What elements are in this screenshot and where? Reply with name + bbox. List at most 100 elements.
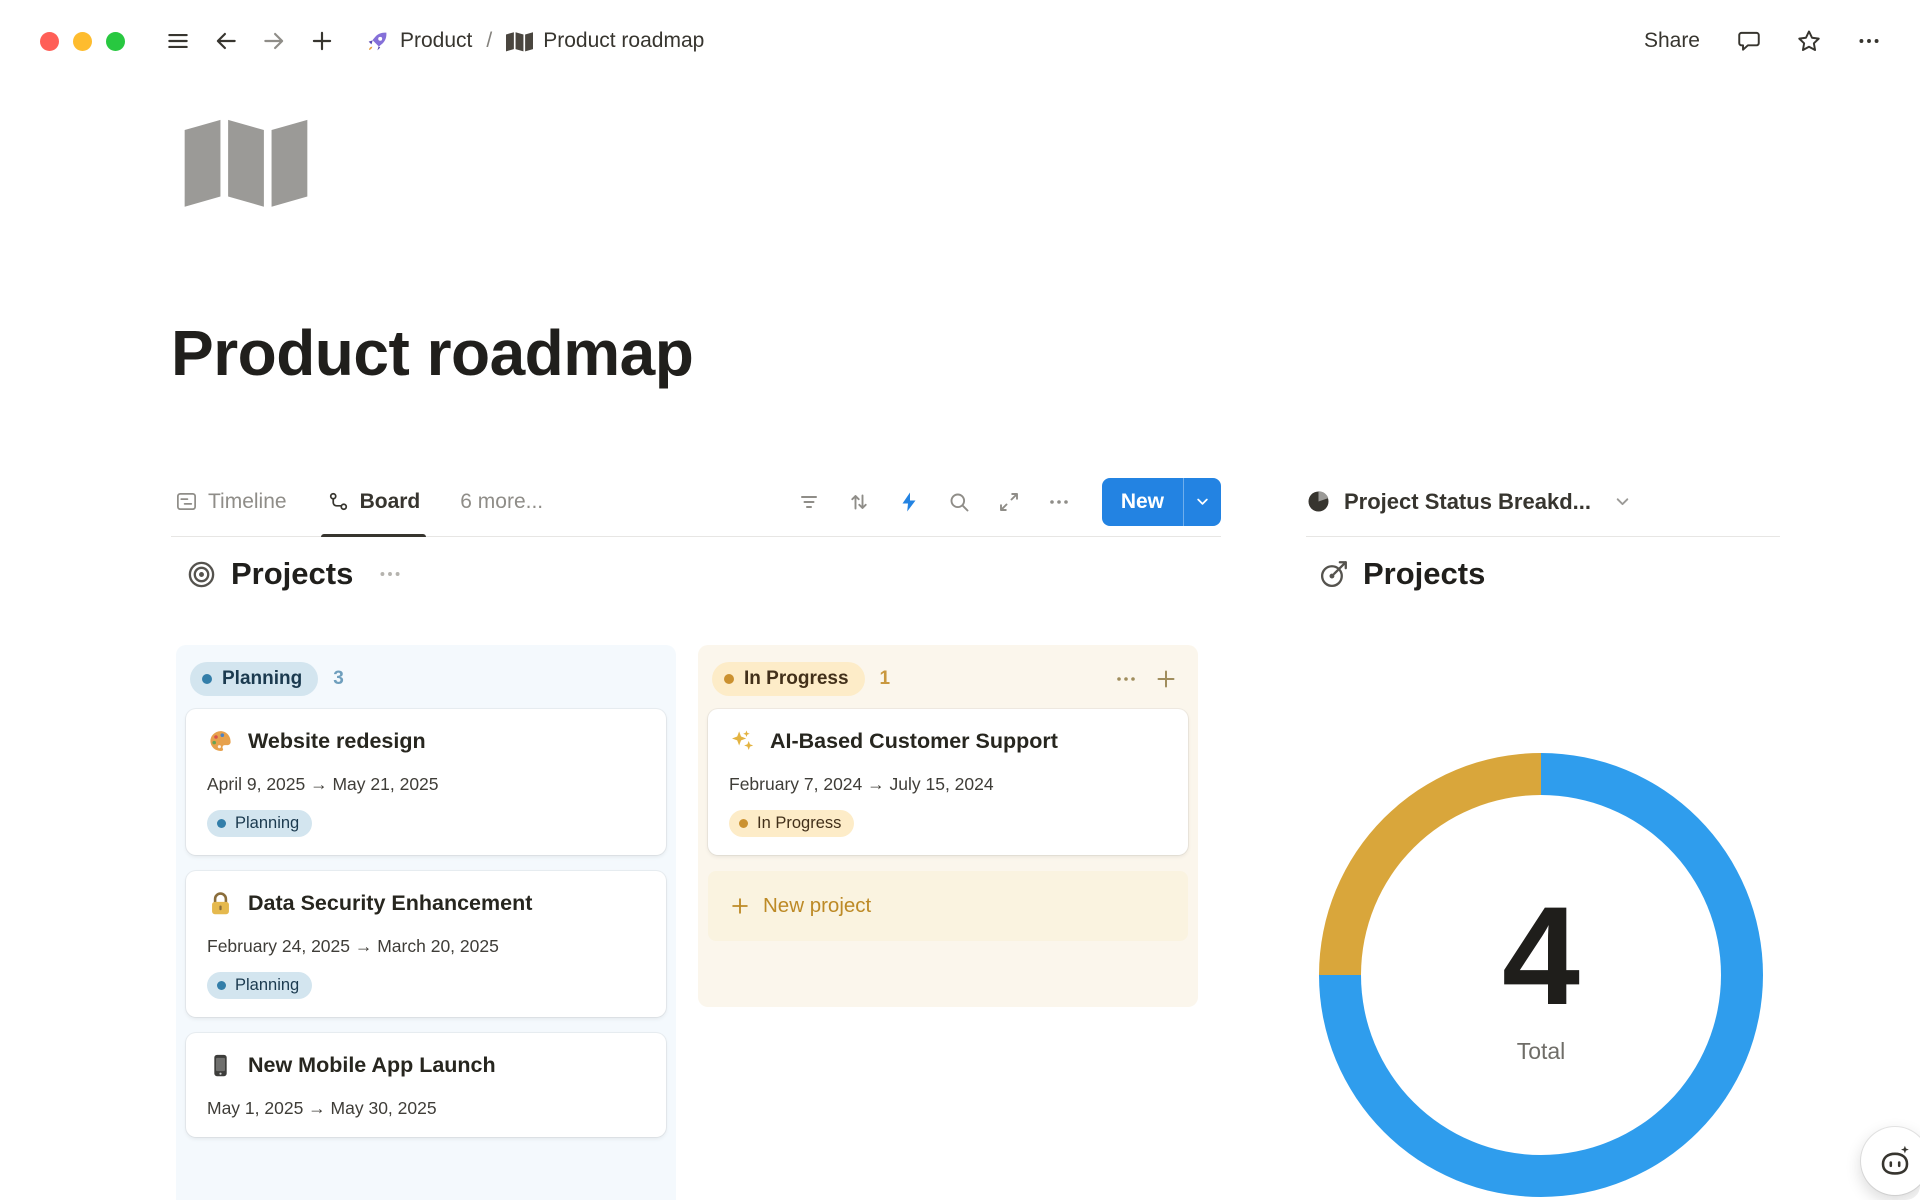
breadcrumb-item-product[interactable]: Product: [359, 25, 478, 58]
card-dates: February 24, 2025 → March 20, 2025: [207, 936, 645, 957]
chart-total-label: Total: [1517, 1038, 1566, 1065]
timeline-icon: [175, 490, 198, 513]
breadcrumb-label: Product: [400, 29, 472, 53]
status-widget-label: Project Status Breakd...: [1344, 489, 1591, 515]
card-title: New Mobile App Launch: [248, 1053, 496, 1078]
breadcrumb: Product / Product roadmap: [359, 25, 710, 58]
automations-button[interactable]: [890, 483, 928, 521]
sidebar-menu-button[interactable]: [157, 20, 199, 62]
more-options-button[interactable]: [1848, 20, 1890, 62]
status-donut-chart: 4 Total: [1319, 753, 1763, 1197]
forward-button[interactable]: [253, 20, 295, 62]
column-header: In Progress 1: [708, 655, 1188, 703]
ai-face-icon: [1877, 1143, 1913, 1179]
chart-section-header: Projects: [1318, 556, 1485, 592]
tab-board[interactable]: Board: [323, 467, 425, 536]
column-add-button[interactable]: [1148, 661, 1184, 697]
share-button[interactable]: Share: [1634, 25, 1710, 57]
hamburger-icon: [165, 28, 191, 54]
page-icon-button[interactable]: [184, 116, 308, 208]
topbar-actions: Share: [1634, 20, 1890, 62]
new-button[interactable]: New: [1102, 478, 1183, 526]
back-button[interactable]: [205, 20, 247, 62]
ai-assistant-button[interactable]: [1861, 1127, 1920, 1195]
map-icon: [184, 116, 308, 208]
column-tools: [1108, 661, 1184, 697]
ellipsis-icon: [1856, 28, 1882, 54]
target-arrow-icon: [1318, 559, 1349, 590]
chevron-down-icon: [1193, 492, 1212, 511]
view-options-button[interactable]: [1040, 483, 1078, 521]
search-button[interactable]: [940, 483, 978, 521]
tab-more-views[interactable]: 6 more...: [456, 467, 547, 536]
view-tabs-row: Timeline Board 6 more... New: [171, 467, 1221, 537]
map-icon: [506, 31, 533, 52]
expand-icon: [997, 490, 1021, 514]
status-label: In Progress: [744, 668, 849, 690]
rocket-icon: [365, 29, 390, 54]
board-icon: [327, 490, 350, 513]
ellipsis-icon: [1047, 490, 1071, 514]
project-card[interactable]: AI-Based Customer Support February 7, 20…: [708, 709, 1188, 855]
plus-icon: [729, 895, 751, 917]
filter-button[interactable]: [790, 483, 828, 521]
status-dot: [739, 819, 748, 828]
arrow-left-icon: [213, 28, 239, 54]
status-widget-row: Project Status Breakd...: [1306, 467, 1780, 537]
sort-icon: [847, 490, 871, 514]
board-column-in-progress: In Progress 1 AI-Based Customer Support …: [698, 645, 1198, 1007]
app-window: Product / Product roadmap Share Product …: [0, 0, 1920, 1200]
chart-total-value: 4: [1502, 886, 1580, 1026]
status-dot: [724, 674, 734, 684]
target-icon: [186, 559, 217, 590]
zoom-window-button[interactable]: [106, 32, 125, 51]
card-title: Data Security Enhancement: [248, 891, 532, 916]
automation-bolt-icon: [897, 490, 921, 514]
plus-icon: [1154, 667, 1178, 691]
board-section-header: Projects: [186, 556, 407, 592]
status-dot: [217, 981, 226, 990]
status-label: Planning: [222, 668, 302, 690]
minimize-window-button[interactable]: [73, 32, 92, 51]
new-project-button[interactable]: New project: [708, 871, 1188, 941]
status-tag: In Progress: [729, 810, 854, 837]
close-window-button[interactable]: [40, 32, 59, 51]
palette-icon: [207, 728, 234, 755]
status-tag: Planning: [207, 972, 312, 999]
star-icon: [1796, 28, 1822, 54]
view-toolbar: New: [790, 478, 1221, 526]
lock-icon: [207, 890, 234, 917]
arrow-right-icon: [261, 28, 287, 54]
new-page-button[interactable]: [301, 20, 343, 62]
status-widget-selector[interactable]: Project Status Breakd...: [1306, 489, 1633, 515]
expand-view-button[interactable]: [990, 483, 1028, 521]
comments-button[interactable]: [1728, 20, 1770, 62]
ellipsis-icon: [1114, 667, 1138, 691]
new-project-label: New project: [763, 894, 871, 918]
mobile-phone-icon: [207, 1052, 234, 1079]
chevron-down-icon: [1612, 491, 1633, 512]
breadcrumb-item-product-roadmap[interactable]: Product roadmap: [500, 25, 710, 57]
new-button-dropdown[interactable]: [1183, 478, 1221, 526]
column-options-button[interactable]: [1108, 661, 1144, 697]
page-title: Product roadmap: [171, 316, 693, 390]
chart-section-title: Projects: [1363, 556, 1485, 592]
sort-button[interactable]: [840, 483, 878, 521]
board-section-title: Projects: [231, 556, 353, 592]
card-title: Website redesign: [248, 729, 426, 754]
project-card[interactable]: Website redesign April 9, 2025 → May 21,…: [186, 709, 666, 855]
status-pill-in-progress[interactable]: In Progress: [712, 662, 865, 696]
board-section-options-button[interactable]: [373, 557, 407, 591]
card-title: AI-Based Customer Support: [770, 729, 1058, 754]
tab-label: Timeline: [208, 490, 287, 514]
tab-timeline[interactable]: Timeline: [171, 467, 291, 536]
filter-icon: [797, 490, 821, 514]
favorite-button[interactable]: [1788, 20, 1830, 62]
window-controls: [40, 32, 125, 51]
status-pill-planning[interactable]: Planning: [190, 662, 318, 696]
project-card[interactable]: New Mobile App Launch May 1, 2025 → May …: [186, 1033, 666, 1137]
column-header: Planning 3: [186, 655, 666, 703]
status-dot: [217, 819, 226, 828]
card-dates: May 1, 2025 → May 30, 2025: [207, 1098, 645, 1119]
project-card[interactable]: Data Security Enhancement February 24, 2…: [186, 871, 666, 1017]
